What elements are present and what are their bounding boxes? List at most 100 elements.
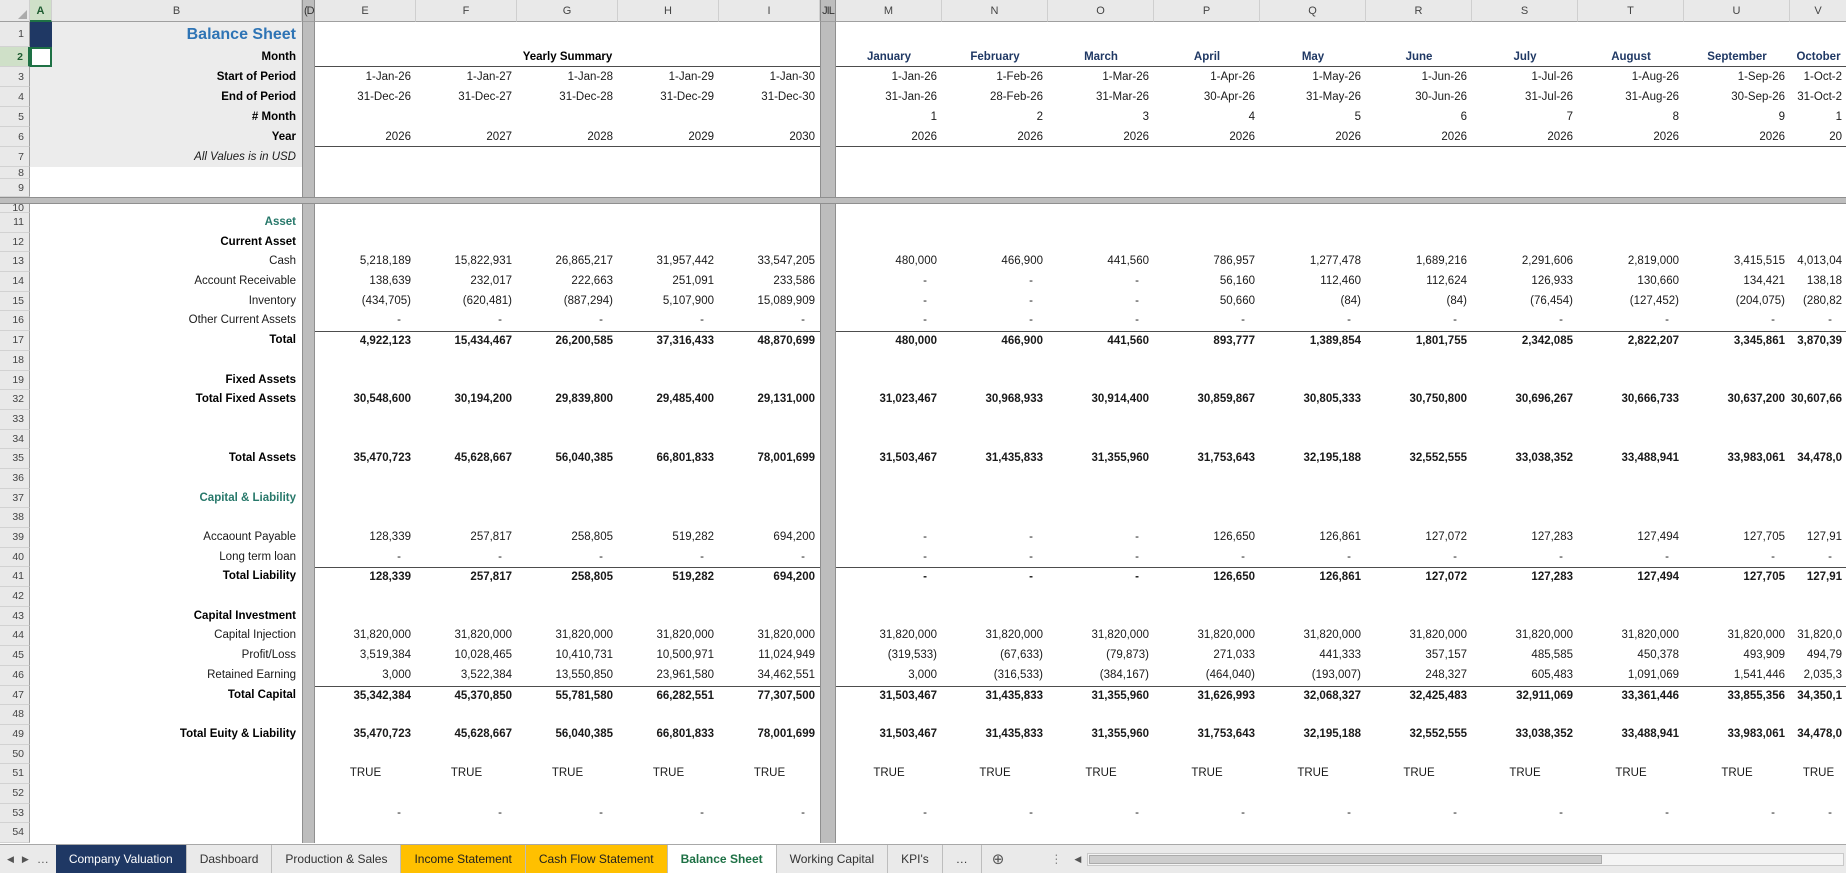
cell-A4[interactable] xyxy=(30,87,52,107)
cell-I35[interactable]: 78,001,699 xyxy=(719,449,820,469)
cell-Q13[interactable]: 1,277,478 xyxy=(1260,252,1366,272)
cell-O4[interactable]: 31-Mar-26 xyxy=(1048,87,1154,107)
row-header-42[interactable]: 42 xyxy=(0,587,30,607)
cell-I54[interactable] xyxy=(719,823,820,843)
cell-I8[interactable] xyxy=(719,167,820,179)
row-header-53[interactable]: 53 xyxy=(0,804,30,824)
cell-B11[interactable]: Asset xyxy=(52,213,302,233)
cell-H15[interactable]: 5,107,900 xyxy=(618,292,719,312)
hidden-columns-jkl-band[interactable] xyxy=(820,449,836,469)
sheet-tab-cash-flow-statement[interactable]: Cash Flow Statement xyxy=(526,845,668,873)
cell-G38[interactable] xyxy=(517,508,618,528)
cell-B16[interactable]: Other Current Assets xyxy=(52,311,302,331)
column-header-V[interactable]: V xyxy=(1790,0,1846,22)
cell-R10[interactable] xyxy=(1366,204,1472,213)
cell-Q50[interactable] xyxy=(1260,745,1366,765)
cell-T8[interactable] xyxy=(1578,167,1684,179)
cell-N32[interactable]: 30,968,933 xyxy=(942,390,1048,410)
cell-S12[interactable] xyxy=(1472,233,1578,253)
cell-V1[interactable] xyxy=(1790,22,1846,47)
cell-I33[interactable] xyxy=(719,410,820,430)
row-header-7[interactable]: 7 xyxy=(0,147,30,167)
cell-E19[interactable] xyxy=(315,371,416,391)
cell-S46[interactable]: 605,483 xyxy=(1472,666,1578,686)
cell-G48[interactable] xyxy=(517,705,618,725)
cell-S16[interactable]: - xyxy=(1472,311,1578,331)
cell-S42[interactable] xyxy=(1472,587,1578,607)
row-header-38[interactable]: 38 xyxy=(0,508,30,528)
cell-E47[interactable]: 35,342,384 xyxy=(315,686,416,706)
cell-T18[interactable] xyxy=(1578,351,1684,371)
cell-V34[interactable] xyxy=(1790,430,1846,450)
cell-U45[interactable]: 493,909 xyxy=(1684,646,1790,666)
cell-M43[interactable] xyxy=(836,607,942,627)
cell-M3[interactable]: 1-Jan-26 xyxy=(836,67,942,87)
hidden-columns-jkl-band[interactable] xyxy=(820,292,836,312)
cell-H52[interactable] xyxy=(618,784,719,804)
cell-Q2[interactable]: May xyxy=(1260,47,1366,67)
cell-F7[interactable] xyxy=(416,147,517,167)
cell-F9[interactable] xyxy=(416,179,517,197)
sheet-tab-overflow[interactable]: … xyxy=(943,845,982,873)
cell-P7[interactable] xyxy=(1154,147,1260,167)
cell-M38[interactable] xyxy=(836,508,942,528)
hidden-columns-cd-band[interactable] xyxy=(302,508,315,528)
cell-P6[interactable]: 2026 xyxy=(1154,127,1260,147)
row-header-10[interactable]: 10 xyxy=(0,204,30,213)
cell-T54[interactable] xyxy=(1578,823,1684,843)
row-header-41[interactable]: 41 xyxy=(0,567,30,587)
cell-U10[interactable] xyxy=(1684,204,1790,213)
cell-Q39[interactable]: 126,861 xyxy=(1260,528,1366,548)
cell-Q5[interactable]: 5 xyxy=(1260,107,1366,127)
cell-B54[interactable] xyxy=(52,823,302,843)
cell-A51[interactable] xyxy=(30,764,52,784)
hidden-columns-cd-band[interactable] xyxy=(302,430,315,450)
cell-T9[interactable] xyxy=(1578,179,1684,197)
row-header-51[interactable]: 51 xyxy=(0,764,30,784)
cell-U13[interactable]: 3,415,515 xyxy=(1684,252,1790,272)
cell-M7[interactable] xyxy=(836,147,942,167)
cell-U16[interactable]: - xyxy=(1684,311,1790,331)
cell-O46[interactable]: (384,167) xyxy=(1048,666,1154,686)
cell-P1[interactable] xyxy=(1154,22,1260,47)
cell-Q6[interactable]: 2026 xyxy=(1260,127,1366,147)
cell-S51[interactable]: TRUE xyxy=(1472,764,1578,784)
hscroll-left-arrow-icon[interactable]: ◀ xyxy=(1068,854,1087,865)
cell-S35[interactable]: 33,038,352 xyxy=(1472,449,1578,469)
cell-T45[interactable]: 450,378 xyxy=(1578,646,1684,666)
cell-Q49[interactable]: 32,195,188 xyxy=(1260,725,1366,745)
hidden-columns-jkl-band[interactable] xyxy=(820,311,836,331)
hidden-columns-cd-band[interactable] xyxy=(302,147,315,167)
cell-N46[interactable]: (316,533) xyxy=(942,666,1048,686)
cell-U53[interactable]: - xyxy=(1684,804,1790,824)
cell-F4[interactable]: 31-Dec-27 xyxy=(416,87,517,107)
column-header-M[interactable]: M xyxy=(836,0,942,22)
cell-I32[interactable]: 29,131,000 xyxy=(719,390,820,410)
cell-G40[interactable]: - xyxy=(517,548,618,568)
row-header-17[interactable]: 17 xyxy=(0,331,30,351)
cell-S4[interactable]: 31-Jul-26 xyxy=(1472,87,1578,107)
cell-S52[interactable] xyxy=(1472,784,1578,804)
cell-P54[interactable] xyxy=(1154,823,1260,843)
cell-P17[interactable]: 893,777 xyxy=(1154,331,1260,351)
cell-E34[interactable] xyxy=(315,430,416,450)
cell-I34[interactable] xyxy=(719,430,820,450)
cell-O49[interactable]: 31,355,960 xyxy=(1048,725,1154,745)
cell-N48[interactable] xyxy=(942,705,1048,725)
cell-R43[interactable] xyxy=(1366,607,1472,627)
cell-S2[interactable]: July xyxy=(1472,47,1578,67)
cell-E38[interactable] xyxy=(315,508,416,528)
hidden-columns-cd-band[interactable] xyxy=(302,686,315,706)
cell-S8[interactable] xyxy=(1472,167,1578,179)
cell-H13[interactable]: 31,957,442 xyxy=(618,252,719,272)
row-header-34[interactable]: 34 xyxy=(0,430,30,450)
cell-T3[interactable]: 1-Aug-26 xyxy=(1578,67,1684,87)
hidden-columns-jkl-band[interactable] xyxy=(820,705,836,725)
cell-H36[interactable] xyxy=(618,469,719,489)
cell-I44[interactable]: 31,820,000 xyxy=(719,626,820,646)
cell-U41[interactable]: 127,705 xyxy=(1684,567,1790,587)
cell-E51[interactable]: TRUE xyxy=(315,764,416,784)
hidden-columns-cd-band[interactable] xyxy=(302,823,315,843)
cell-R35[interactable]: 32,552,555 xyxy=(1366,449,1472,469)
cell-O5[interactable]: 3 xyxy=(1048,107,1154,127)
